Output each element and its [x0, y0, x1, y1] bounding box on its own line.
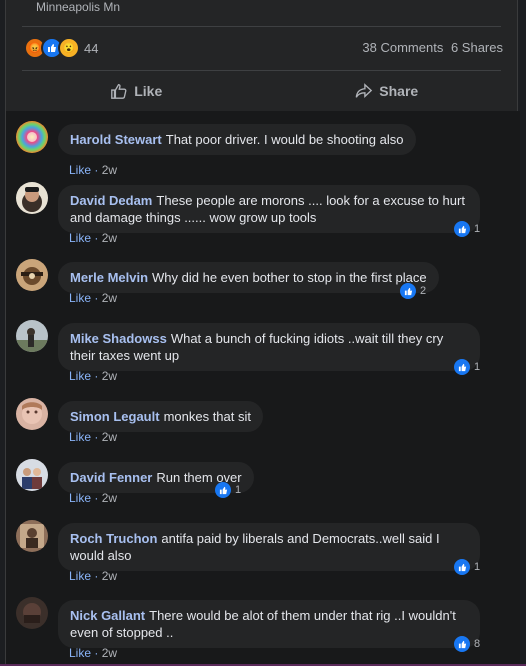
- wow-reaction-icon: 😮: [58, 37, 80, 59]
- comment-time[interactable]: 2w: [102, 569, 117, 583]
- share-button[interactable]: Share: [262, 76, 513, 106]
- avatar[interactable]: [16, 459, 48, 491]
- post-actions: Like Share: [11, 76, 512, 106]
- comment-meta: Like · 2w: [69, 231, 118, 245]
- comment-time[interactable]: 2w: [102, 231, 117, 245]
- like-reaction-icon: [454, 359, 470, 375]
- comment-meta: Like · 2w: [69, 430, 118, 444]
- comment-reaction-badge[interactable]: 8: [454, 636, 480, 652]
- comment-like-link[interactable]: Like: [69, 369, 91, 383]
- comment-bubble: Harold Stewart That poor driver. I would …: [58, 124, 416, 155]
- comment-meta: Like · 2w: [69, 569, 118, 583]
- comment-like-link[interactable]: Like: [69, 430, 91, 444]
- comment-reaction-badge[interactable]: 1: [454, 559, 480, 575]
- comment-author-link[interactable]: David Fenner: [70, 470, 152, 485]
- post-counts: 38 Comments 6 Shares: [358, 40, 503, 55]
- avatar[interactable]: [16, 398, 48, 430]
- comment-text: monkes that sit: [163, 409, 251, 424]
- comment-reaction-count: 1: [474, 561, 481, 573]
- comment-author-link[interactable]: David Dedam: [70, 193, 152, 208]
- comment-time[interactable]: 2w: [102, 291, 117, 305]
- avatar[interactable]: [16, 182, 48, 214]
- like-button-label: Like: [134, 83, 163, 99]
- comment-reaction-badge[interactable]: 1: [454, 359, 480, 375]
- like-reaction-icon: [454, 559, 470, 575]
- comment-bubble: Simon Legault monkes that sit: [58, 401, 263, 432]
- comment-author-link[interactable]: Nick Gallant: [70, 608, 145, 623]
- comment-bubble: Mike Shadowss What a bunch of fucking idi…: [58, 323, 480, 371]
- comment-reaction-count: 1: [474, 361, 481, 373]
- comment-like-link[interactable]: Like: [69, 231, 91, 245]
- comment-like-link[interactable]: Like: [69, 491, 91, 505]
- comment-bubble: David Dedam These people are morons .... …: [58, 185, 480, 233]
- comment-reaction-count: 8: [474, 638, 481, 650]
- comment-author-link[interactable]: Roch Truchon: [70, 531, 157, 546]
- comment-bubble: Merle Melvin Why did he even bother to st…: [58, 262, 439, 293]
- share-arrow-icon: [355, 83, 373, 98]
- comment-time[interactable]: 2w: [102, 163, 117, 177]
- comment-like-link[interactable]: Like: [69, 163, 91, 177]
- divider: [22, 26, 501, 27]
- thumbs-up-icon: [111, 84, 127, 99]
- comment-meta: Like · 2w: [69, 369, 118, 383]
- comment-author-link[interactable]: Simon Legault: [70, 409, 160, 424]
- like-button[interactable]: Like: [11, 76, 262, 106]
- shares-count-link[interactable]: 6 Shares: [451, 40, 503, 55]
- comments-count-link[interactable]: 38 Comments: [362, 40, 443, 55]
- avatar[interactable]: [16, 320, 48, 352]
- like-reaction-icon: [454, 636, 470, 652]
- avatar[interactable]: [16, 520, 48, 552]
- divider: [22, 70, 501, 71]
- comment-author-link[interactable]: Merle Melvin: [70, 270, 148, 285]
- comment-time[interactable]: 2w: [102, 369, 117, 383]
- comment-text: That poor driver. I would be shooting al…: [165, 132, 404, 147]
- comment-bubble: Nick Gallant There would be alot of them …: [58, 600, 480, 648]
- post-location: Minneapolis Mn: [36, 0, 121, 14]
- comment-meta: Like · 2w: [69, 646, 118, 660]
- reaction-count: 44: [84, 40, 99, 56]
- comment-time[interactable]: 2w: [102, 430, 117, 444]
- comment-like-link[interactable]: Like: [69, 291, 91, 305]
- comment-meta: Like · 2w: [69, 291, 118, 305]
- comment-meta: Like · 2w: [69, 491, 118, 505]
- avatar[interactable]: [16, 121, 48, 153]
- like-reaction-icon: [400, 283, 416, 299]
- comment-reaction-count: 1: [235, 484, 242, 496]
- comment-bubble: Roch Truchon antifa paid by liberals and …: [58, 523, 480, 571]
- reaction-summary[interactable]: 😡 😮 44: [24, 37, 98, 59]
- avatar[interactable]: [16, 597, 48, 629]
- comment-reaction-badge[interactable]: 1: [215, 482, 241, 498]
- comment-author-link[interactable]: Harold Stewart: [70, 132, 162, 147]
- comment-author-link[interactable]: Mike Shadowss: [70, 331, 167, 346]
- comment-like-link[interactable]: Like: [69, 569, 91, 583]
- comment-like-link[interactable]: Like: [69, 646, 91, 660]
- comment-reaction-count: 2: [420, 285, 427, 297]
- like-reaction-icon: [454, 221, 470, 237]
- comment-meta: Like · 2w: [69, 163, 118, 177]
- comment-text: Why did he even bother to stop in the fi…: [152, 270, 427, 285]
- comments-list: Harold Stewart That poor driver. I would …: [6, 111, 520, 666]
- comment-reaction-badge[interactable]: 1: [454, 221, 480, 237]
- like-reaction-icon: [215, 482, 231, 498]
- comment-reaction-badge[interactable]: 2: [400, 283, 426, 299]
- share-button-label: Share: [379, 83, 419, 99]
- comment-reaction-count: 1: [474, 223, 481, 235]
- avatar[interactable]: [16, 259, 48, 291]
- comment-time[interactable]: 2w: [102, 646, 117, 660]
- comment-time[interactable]: 2w: [102, 491, 117, 505]
